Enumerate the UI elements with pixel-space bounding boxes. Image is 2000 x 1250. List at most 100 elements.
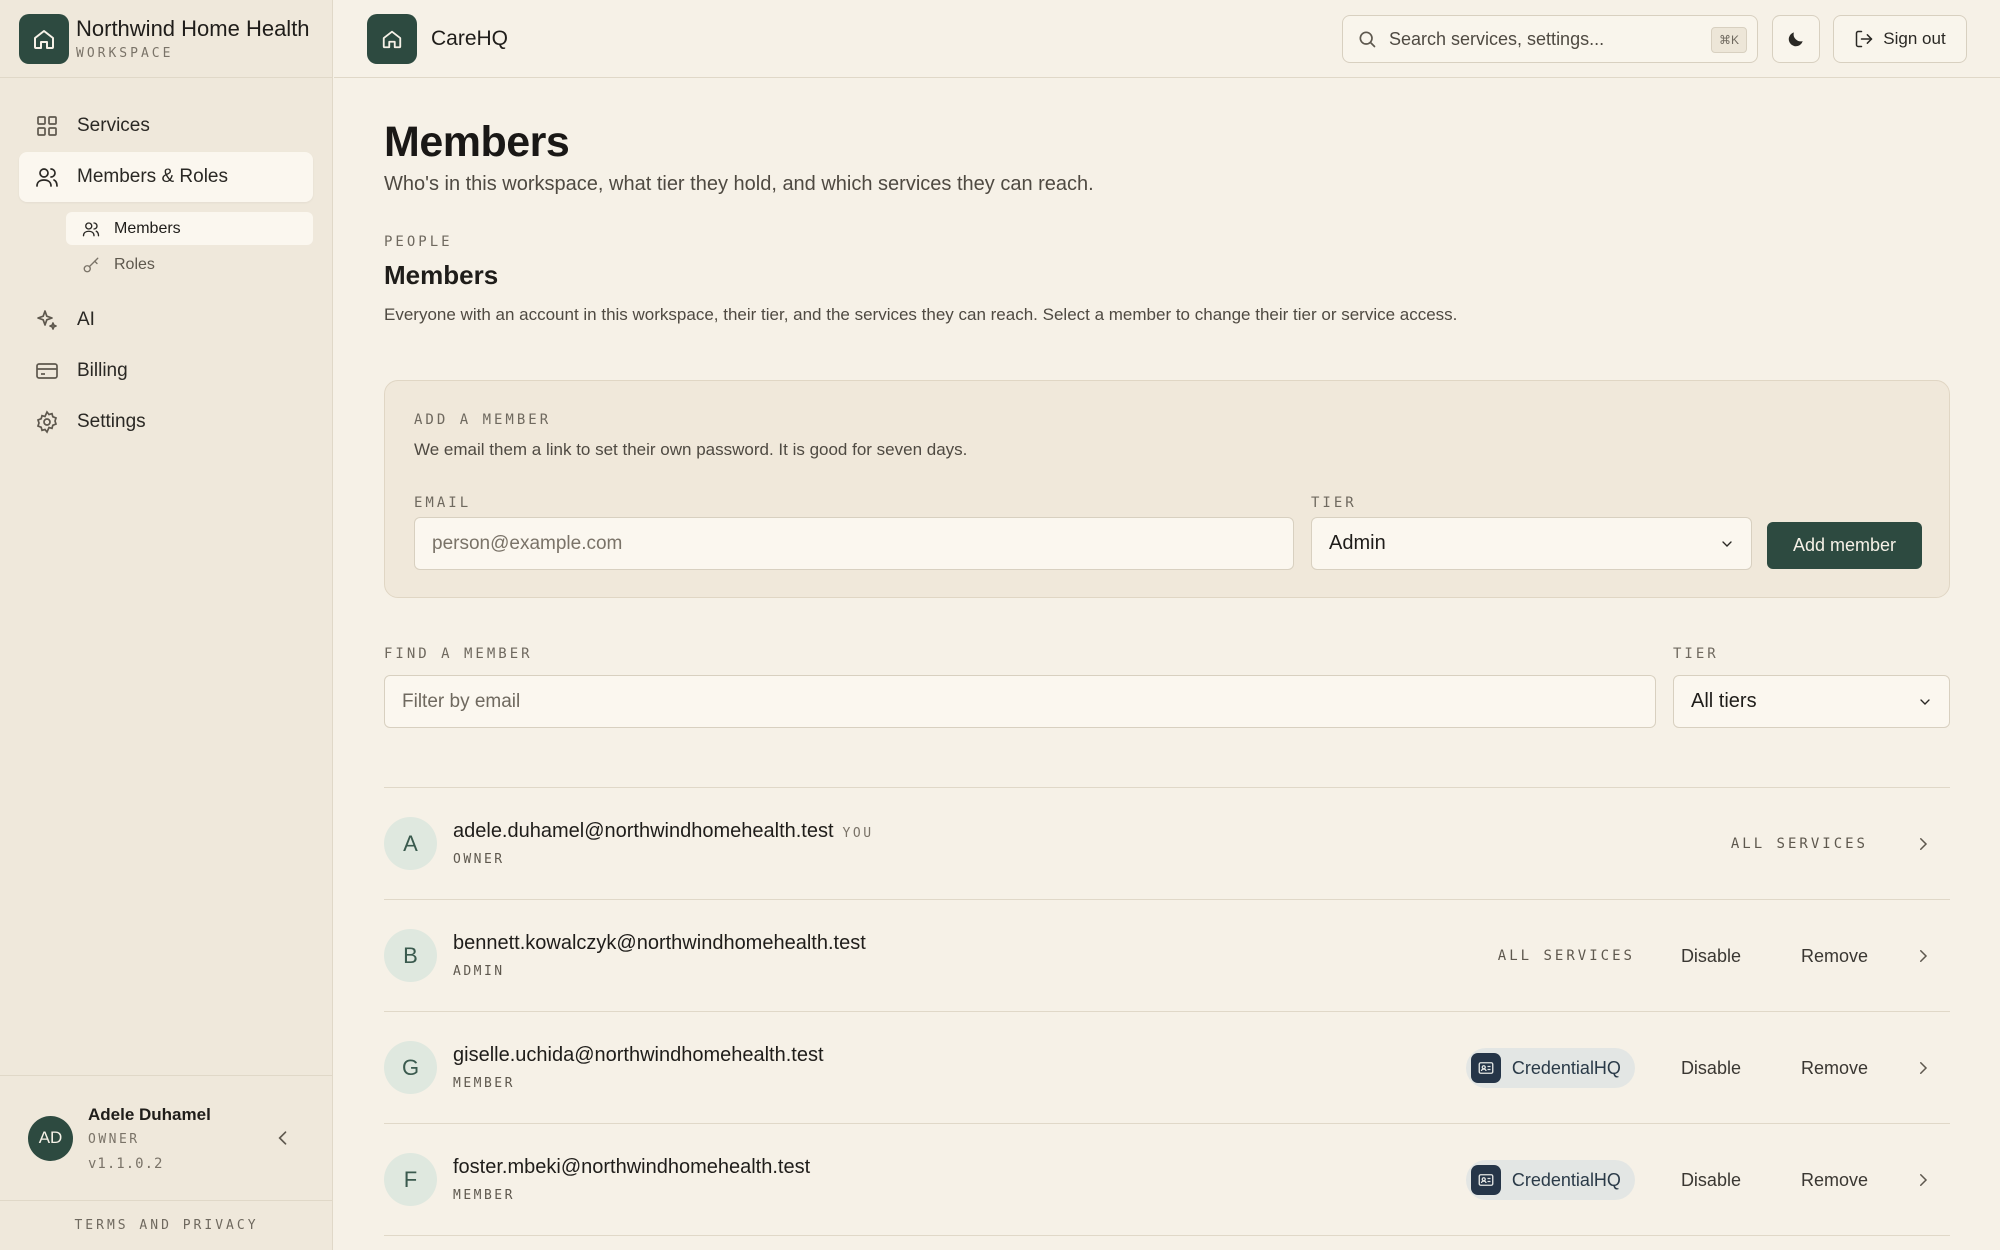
terms-link[interactable]: TERMS AND PRIVACY [0, 1200, 333, 1250]
logout-icon [1854, 29, 1874, 49]
topbar: CareHQ ⌘K Sign out [334, 0, 2000, 78]
chevron-right-icon[interactable] [1914, 947, 1932, 965]
email-field[interactable] [414, 517, 1294, 570]
member-avatar: G [384, 1041, 437, 1094]
member-row[interactable]: B bennett.kowalczyk@northwindhomehealth.… [384, 900, 1950, 1012]
member-row[interactable]: F foster.mbeki@northwindhomehealth.test … [384, 1124, 1950, 1236]
search-box[interactable]: ⌘K [1342, 15, 1758, 63]
filter-tier-select[interactable]: All tiers [1673, 675, 1950, 728]
user-name: Adele Duhamel [88, 1104, 211, 1124]
subnav-item-members[interactable]: Members [66, 212, 313, 245]
tier-select[interactable]: Admin [1311, 517, 1752, 570]
add-member-button[interactable]: Add member [1767, 522, 1922, 569]
chevron-right-icon[interactable] [1914, 1171, 1932, 1189]
tier-label: TIER [1311, 495, 1357, 511]
users-icon [82, 220, 100, 238]
grid-icon [35, 114, 59, 138]
nav-item-members-roles[interactable]: Members & Roles [19, 152, 313, 202]
remove-button[interactable]: Remove [1801, 1058, 1868, 1079]
search-shortcut: ⌘K [1710, 27, 1747, 53]
disable-button[interactable]: Disable [1681, 1170, 1741, 1191]
credit-card-icon [35, 359, 59, 383]
members-list: A adele.duhamel@northwindhomehealth.test… [384, 787, 1950, 1236]
sidebar: Northwind Home Health WORKSPACE Services… [0, 0, 333, 1250]
service-chip: CredentialHQ [1465, 1160, 1635, 1200]
find-member-filters: FIND A MEMBER TIER All tiers [384, 646, 1950, 743]
theme-toggle-button[interactable] [1772, 15, 1820, 63]
id-card-icon [1470, 1053, 1501, 1083]
workspace-header[interactable]: Northwind Home Health WORKSPACE [0, 0, 332, 78]
chevron-right-icon[interactable] [1914, 835, 1932, 853]
nav-item-settings[interactable]: Settings [19, 397, 313, 447]
chevron-right-icon[interactable] [1914, 1059, 1932, 1077]
member-tier: MEMBER [453, 1188, 515, 1203]
search-input[interactable] [1389, 28, 1689, 50]
add-member-eyebrow: ADD A MEMBER [414, 412, 552, 428]
avatar: AD [28, 1115, 73, 1161]
member-avatar: F [384, 1153, 437, 1206]
service-access-label: ALL SERVICES [1497, 948, 1635, 964]
disable-button[interactable]: Disable [1681, 946, 1741, 967]
member-email: foster.mbeki@northwindhomehealth.test [453, 1156, 811, 1178]
remove-button[interactable]: Remove [1801, 1170, 1868, 1191]
nav-item-services[interactable]: Services [19, 101, 313, 151]
chevron-down-icon [1917, 694, 1933, 710]
member-email: adele.duhamel@northwindhomehealth.test [453, 820, 834, 842]
filter-tier-value: All tiers [1691, 690, 1757, 712]
service-access-label: ALL SERVICES [1730, 836, 1868, 852]
member-tier: MEMBER [453, 1076, 515, 1091]
search-icon [1357, 29, 1377, 49]
section-description: Everyone with an account in this workspa… [384, 305, 1458, 324]
users-icon [35, 165, 59, 189]
member-avatar: A [384, 817, 437, 870]
page-subtitle: Who's in this workspace, what tier they … [384, 173, 1094, 195]
member-avatar: B [384, 929, 437, 982]
chevron-left-icon[interactable] [273, 1128, 293, 1148]
workspace-name: Northwind Home Health [76, 16, 310, 41]
nav-label: Settings [77, 411, 146, 432]
member-email: bennett.kowalczyk@northwindhomehealth.te… [453, 932, 866, 954]
nav-label: Services [77, 115, 150, 136]
moon-icon [1786, 29, 1806, 49]
subnav: Members Roles [66, 212, 313, 281]
subnav-item-roles[interactable]: Roles [66, 248, 313, 281]
disable-button[interactable]: Disable [1681, 1058, 1741, 1079]
home-icon [19, 13, 69, 64]
filter-tier-label: TIER [1673, 646, 1719, 662]
app-name: CareHQ [431, 26, 509, 50]
user-role: OWNER [88, 1131, 140, 1147]
tier-select-value: Admin [1329, 532, 1386, 554]
nav-item-billing[interactable]: Billing [19, 346, 313, 396]
home-icon[interactable] [367, 13, 417, 64]
subnav-label: Roles [114, 255, 155, 273]
member-tier: OWNER [453, 852, 505, 867]
add-member-description: We email them a link to set their own pa… [414, 440, 968, 459]
nav-label: Members & Roles [77, 166, 228, 187]
sign-out-label: Sign out [1883, 29, 1946, 48]
main-content: Members Who's in this workspace, what ti… [384, 78, 1950, 1236]
id-card-icon [1470, 1165, 1501, 1195]
key-icon [82, 256, 100, 274]
app-version: v1.1.0.2 [88, 1155, 164, 1172]
sign-out-button[interactable]: Sign out [1833, 15, 1967, 63]
subnav-label: Members [114, 219, 181, 237]
workspace-label: WORKSPACE [76, 46, 174, 61]
you-badge: YOU [842, 826, 874, 841]
current-user[interactable]: AD Adele Duhamel OWNER v1.1.0.2 [0, 1075, 333, 1200]
gear-icon [35, 410, 59, 434]
service-chip: CredentialHQ [1465, 1048, 1635, 1088]
service-chip-label: CredentialHQ [1511, 1169, 1621, 1190]
chevron-down-icon [1719, 536, 1735, 552]
nav-item-ai[interactable]: AI [19, 295, 313, 345]
nav-label: AI [77, 309, 95, 330]
member-row[interactable]: G giselle.uchida@northwindhomehealth.tes… [384, 1012, 1950, 1124]
page-title: Members [384, 118, 570, 166]
member-row[interactable]: A adele.duhamel@northwindhomehealth.test… [384, 788, 1950, 900]
section-title: Members [384, 260, 499, 290]
member-tier: ADMIN [453, 964, 505, 979]
email-label: EMAIL [414, 495, 472, 511]
remove-button[interactable]: Remove [1801, 946, 1868, 967]
main-nav: Services Members & Roles Members Roles A… [19, 101, 313, 448]
filter-email-input[interactable] [384, 675, 1656, 728]
section-eyebrow: PEOPLE [384, 234, 453, 250]
